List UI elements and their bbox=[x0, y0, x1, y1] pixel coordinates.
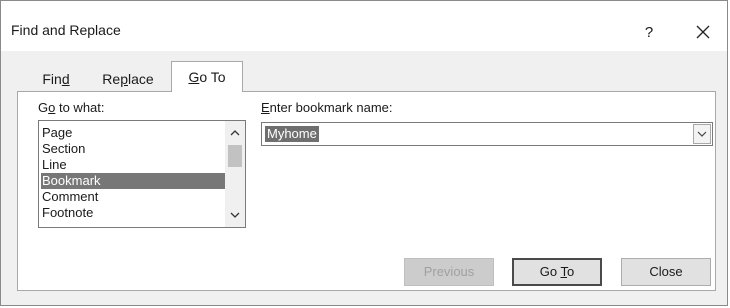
bookmark-name-label: Enter bookmark name: bbox=[261, 100, 393, 115]
list-item-page[interactable]: Page bbox=[41, 125, 226, 141]
go-to-what-label: Go to what: bbox=[38, 100, 105, 115]
go-to-button[interactable]: Go To bbox=[512, 258, 602, 286]
scroll-thumb[interactable] bbox=[228, 145, 242, 167]
go-to-what-list[interactable]: Page Section Line Bookmark Comment Footn… bbox=[38, 120, 246, 228]
list-scrollbar[interactable] bbox=[225, 121, 245, 227]
previous-button[interactable]: Previous bbox=[404, 258, 494, 286]
help-icon: ? bbox=[644, 23, 654, 41]
tab-find[interactable]: Find bbox=[29, 67, 83, 91]
help-button[interactable]: ? bbox=[627, 15, 671, 49]
chevron-up-icon bbox=[230, 130, 240, 136]
chevron-down-icon bbox=[230, 212, 240, 218]
close-window-button[interactable] bbox=[681, 15, 725, 49]
bookmark-name-value[interactable]: Myhome bbox=[265, 126, 319, 142]
dialog-title: Find and Replace bbox=[11, 22, 121, 38]
list-item-comment[interactable]: Comment bbox=[41, 189, 226, 205]
chevron-down-icon bbox=[697, 131, 707, 137]
list-item-section[interactable]: Section bbox=[41, 141, 226, 157]
tab-go-to[interactable]: Go To bbox=[171, 61, 243, 92]
close-button[interactable]: Close bbox=[621, 258, 711, 286]
go-to-panel: Go to what: Page Section Line Bookmark C… bbox=[17, 91, 716, 291]
close-icon bbox=[696, 25, 710, 39]
tab-replace[interactable]: Replace bbox=[87, 67, 169, 91]
scroll-up-button[interactable] bbox=[225, 123, 245, 143]
bookmark-dropdown-button[interactable] bbox=[693, 124, 711, 144]
list-item-footnote[interactable]: Footnote bbox=[41, 205, 226, 221]
bookmark-name-combobox[interactable]: Myhome bbox=[261, 122, 713, 146]
list-item-bookmark[interactable]: Bookmark bbox=[41, 173, 226, 189]
title-bar: Find and Replace ? bbox=[1, 1, 727, 51]
scroll-down-button[interactable] bbox=[225, 205, 245, 225]
find-replace-dialog: Find and Replace ? Find Replace Go To Go… bbox=[0, 0, 728, 306]
list-item-line[interactable]: Line bbox=[41, 157, 226, 173]
